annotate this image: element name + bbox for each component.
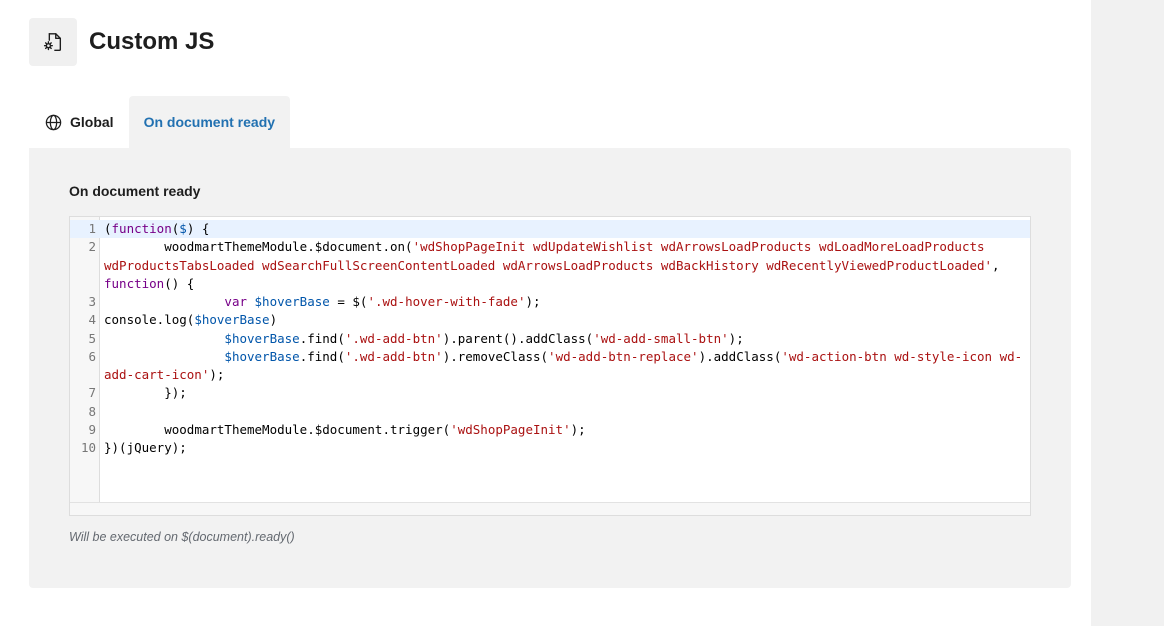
code-line[interactable]: 2 woodmartThemeModule.$document.on('wdSh… (70, 238, 1030, 293)
line-text[interactable]: })(jQuery); (100, 439, 1030, 457)
line-number: 2 (88, 239, 96, 255)
line-number: 8 (88, 403, 96, 419)
line-text[interactable]: var $hoverBase = $('.wd-hover-with-fade'… (100, 293, 1030, 311)
page-title: Custom JS (89, 28, 215, 55)
line-number: 5 (88, 330, 96, 346)
section-label: On document ready (69, 183, 201, 199)
line-number: 9 (88, 421, 96, 437)
right-sidebar-panel (1091, 0, 1164, 626)
code-line[interactable]: 5 $hoverBase.find('.wd-add-btn').parent(… (70, 330, 1030, 348)
editor-horizontal-scrollbar[interactable] (70, 502, 1030, 515)
execution-hint: Will be executed on $(document).ready() (69, 530, 295, 544)
line-number: 3 (88, 294, 96, 309)
code-editor[interactable]: 1 (function($) { 2 woodmartThemeModule.$d… (69, 216, 1031, 516)
line-number: 6 (88, 348, 96, 364)
tab-panel: On document ready 1 (function($) { 2 wood… (29, 148, 1071, 588)
code-line[interactable]: 10 })(jQuery); (70, 439, 1030, 457)
code-line[interactable]: 1 (function($) { (70, 220, 1030, 239)
code-line[interactable]: 4 console.log($hoverBase) (70, 311, 1030, 329)
line-number: 1 (88, 221, 96, 236)
line-text[interactable] (100, 403, 1030, 421)
code-line[interactable]: 7 }); (70, 384, 1030, 402)
globe-icon (44, 113, 63, 132)
code-line[interactable]: 6 $hoverBase.find('.wd-add-btn').removeC… (70, 348, 1030, 385)
line-text[interactable]: woodmartThemeModule.$document.trigger('w… (100, 421, 1030, 439)
tab-global-label: Global (70, 114, 114, 130)
code-line[interactable]: 8 (70, 403, 1030, 421)
line-text[interactable]: woodmartThemeModule.$document.on('wdShop… (100, 238, 1030, 293)
tab-bar: Global On document ready (29, 96, 291, 148)
line-text[interactable]: (function($) { (100, 220, 1030, 238)
page-header: Custom JS (29, 18, 214, 66)
line-text[interactable]: }); (100, 384, 1030, 402)
tab-on-document-ready-label: On document ready (143, 114, 276, 130)
js-file-settings-icon (29, 18, 77, 66)
tab-on-document-ready[interactable]: On document ready (128, 96, 291, 148)
line-text[interactable]: $hoverBase.find('.wd-add-btn').parent().… (100, 330, 1030, 348)
code-line[interactable]: 9 woodmartThemeModule.$document.trigger(… (70, 421, 1030, 439)
tab-global[interactable]: Global (29, 96, 129, 148)
line-text[interactable]: console.log($hoverBase) (100, 311, 1030, 329)
line-number: 10 (80, 440, 96, 455)
line-number: 7 (88, 385, 96, 401)
code-line[interactable]: 3 var $hoverBase = $('.wd-hover-with-fad… (70, 293, 1030, 311)
line-text[interactable]: $hoverBase.find('.wd-add-btn').removeCla… (100, 348, 1030, 385)
code-lines[interactable]: 1 (function($) { 2 woodmartThemeModule.$d… (70, 220, 1030, 457)
line-number: 4 (88, 312, 96, 328)
